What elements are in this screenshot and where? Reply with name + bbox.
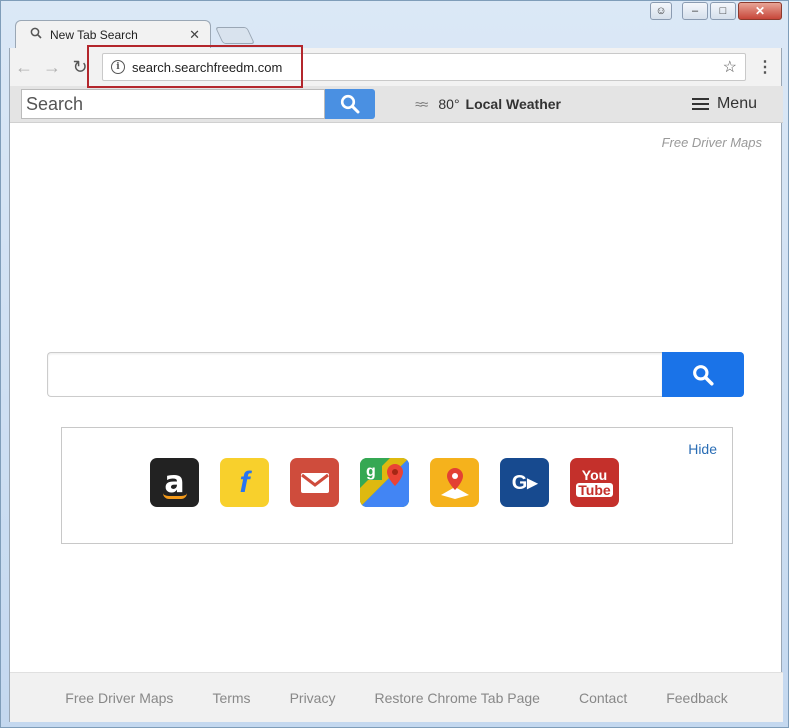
tab-close-icon[interactable]: ✕ (189, 27, 200, 43)
top-search-button[interactable] (325, 89, 375, 119)
address-bar[interactable]: i search.searchfreedm.com ☆ (102, 53, 746, 81)
hide-link[interactable]: Hide (688, 441, 717, 457)
site-info-icon[interactable]: i (111, 60, 125, 74)
map-pin-icon[interactable] (430, 458, 479, 507)
footer-link-terms[interactable]: Terms (212, 690, 250, 706)
new-tab-button[interactable] (215, 27, 255, 44)
shortcut-row: a f g G▸ You Tube (150, 458, 619, 507)
footer-link-privacy[interactable]: Privacy (290, 690, 336, 706)
browser-toolbar: ← → ↻ i search.searchfreedm.com ☆ ⋮ (9, 48, 782, 86)
footer-link-contact[interactable]: Contact (579, 690, 627, 706)
close-window-button[interactable]: ✕ (738, 2, 782, 20)
user-profile-icon[interactable]: ☺ (650, 2, 672, 20)
footer-link-feedback[interactable]: Feedback (666, 690, 727, 706)
bookmark-star-icon[interactable]: ☆ (723, 57, 737, 77)
search-icon (693, 364, 714, 386)
svg-text:g: g (366, 463, 376, 480)
menu-button[interactable]: Menu (691, 95, 757, 113)
main-search-input[interactable] (47, 352, 662, 397)
window-controls: ☺ – □ ✕ (650, 2, 782, 20)
gmail-icon[interactable] (290, 458, 339, 507)
amazon-icon[interactable]: a (150, 458, 199, 507)
top-search-input[interactable] (21, 89, 325, 119)
search-icon (340, 94, 360, 114)
weather-widget[interactable]: ≈≈ 80° Local Weather (415, 96, 561, 112)
top-bar: ≈≈ 80° Local Weather Menu (10, 86, 783, 123)
gasbuddy-icon[interactable]: G▸ (500, 458, 549, 507)
fog-icon: ≈≈ (415, 96, 428, 112)
forward-button[interactable]: → (38, 57, 66, 78)
youtube-icon[interactable]: You Tube (570, 458, 619, 507)
google-maps-icon[interactable]: g (360, 458, 409, 507)
footer-link-restore-chrome-tab-page[interactable]: Restore Chrome Tab Page (374, 690, 540, 706)
browser-tab[interactable]: New Tab Search ✕ (15, 20, 211, 48)
free-driver-maps-link[interactable]: Free Driver Maps (662, 135, 762, 150)
browser-menu-icon[interactable]: ⋮ (757, 57, 773, 77)
temperature: 80° (438, 96, 460, 112)
reload-button[interactable]: ↻ (66, 57, 94, 78)
url-text[interactable]: search.searchfreedm.com (132, 60, 723, 75)
shortcuts-panel: Hide a f g G▸ You Tube (61, 427, 733, 544)
browser-window: ☺ – □ ✕ New Tab Search ✕ ← → ↻ i search.… (0, 0, 789, 728)
menu-label: Menu (716, 95, 757, 112)
minimize-button[interactable]: – (682, 2, 708, 20)
tab-title: New Tab Search (50, 27, 138, 42)
page-content: ≈≈ 80° Local Weather Menu Free Driver Ma… (9, 86, 783, 722)
footer: Free Driver Maps Terms Privacy Restore C… (10, 672, 783, 722)
flipkart-icon[interactable]: f (220, 458, 269, 507)
back-button[interactable]: ← (10, 57, 38, 78)
maximize-button[interactable]: □ (710, 2, 736, 20)
search-icon (30, 27, 42, 42)
main-search-button[interactable] (662, 352, 744, 397)
hamburger-icon (691, 98, 709, 110)
local-weather-link[interactable]: Local Weather (466, 96, 561, 112)
footer-link-free-driver-maps[interactable]: Free Driver Maps (65, 690, 173, 706)
